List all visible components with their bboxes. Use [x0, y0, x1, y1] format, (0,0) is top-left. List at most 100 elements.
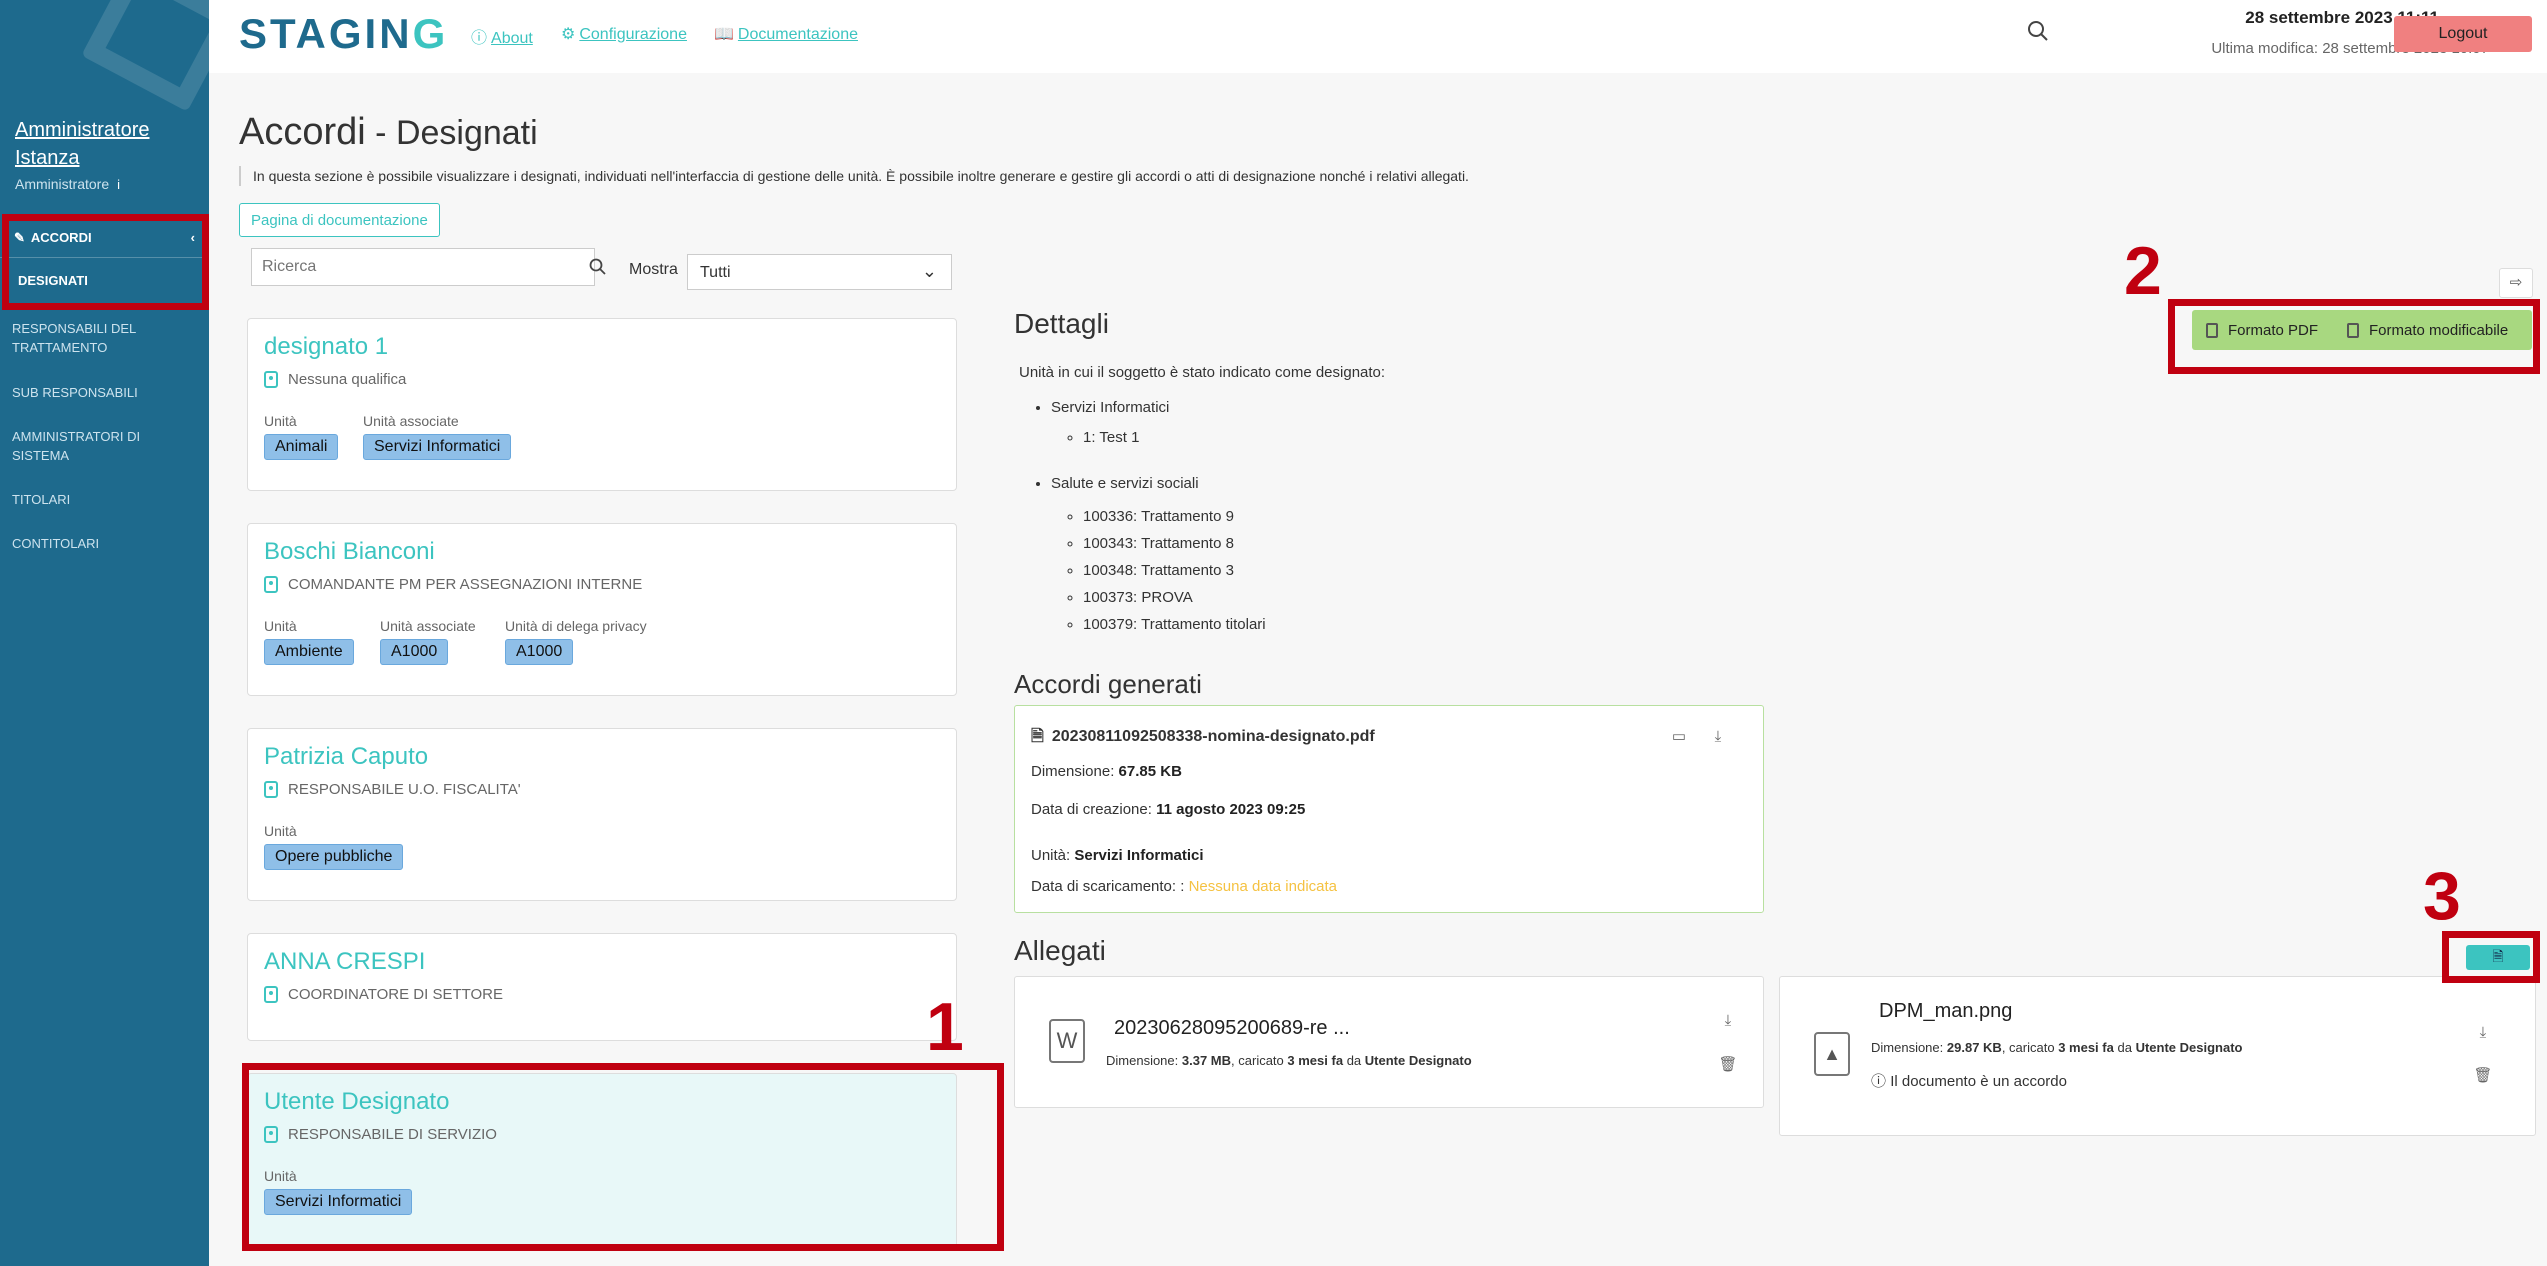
logout-button[interactable]: Logout — [2394, 16, 2532, 52]
pdf-file-icon: 🗎 — [1031, 728, 1044, 745]
nav-amministratori[interactable]: AMMINISTRATORI DI SISTEMA — [12, 427, 197, 465]
meta-dim: 3.37 MB — [1181, 1053, 1232, 1068]
designato-card[interactable]: Patrizia Caputo RESPONSABILE U.O. FISCAL… — [247, 728, 957, 901]
add-attachment-button[interactable]: 🗎 — [2466, 945, 2530, 970]
documentation-button[interactable]: Pagina di documentazione — [239, 203, 440, 237]
meta-dim-label: Dimensione: — [1106, 1053, 1179, 1068]
card-qualifica-text: COORDINATORE DI SETTORE — [288, 986, 504, 1003]
format-pdf-button[interactable]: Formato PDF — [2206, 310, 2318, 350]
annotation-number-2: 2 — [2124, 233, 2162, 309]
designato-card-selected[interactable]: Utente Designato RESPONSABILE DI SERVIZI… — [247, 1073, 957, 1251]
info-icon[interactable]: i — [117, 177, 120, 192]
accordo-dim: Dimensione: 67.85 KB — [1031, 763, 1182, 780]
config-link[interactable]: ⚙ Configurazione — [561, 24, 687, 44]
details-list: Unità in cui il soggetto è stato indicat… — [1019, 363, 1719, 638]
attachment-name[interactable]: DPM_man.png — [1879, 1000, 2012, 1023]
unit-label: Unità: — [1031, 847, 1071, 864]
treatment-item: 100348: Trattamento 3 — [1083, 557, 1719, 584]
unit-tag: Servizi Informatici — [363, 434, 512, 460]
format-bar: Formato PDF Formato modificabile — [2192, 310, 2532, 350]
nav-contitolari[interactable]: CONTITOLARI — [12, 534, 197, 553]
download-icon[interactable]: ⤓ — [2472, 1022, 2494, 1044]
unit-tag: A1000 — [380, 639, 449, 665]
treatment-item: 100343: Trattamento 8 — [1083, 530, 1719, 557]
meta-by-label: da — [2117, 1040, 2132, 1055]
card-qualifica-text: RESPONSABILE DI SERVIZIO — [288, 1126, 497, 1143]
created-label: Data di creazione: — [1031, 801, 1152, 818]
card-qualifica: RESPONSABILE DI SERVIZIO — [264, 1126, 497, 1143]
trash-icon[interactable]: 🗑 — [1717, 1054, 1739, 1076]
user-role-text: Amministratore — [15, 176, 110, 192]
id-badge-icon — [264, 371, 278, 388]
accordo-download-date: Data di scaricamento: : Nessuna data ind… — [1031, 878, 1337, 895]
card-name: Boschi Bianconi — [264, 538, 435, 565]
nav-designati[interactable]: DESIGNATI — [0, 258, 209, 302]
meta-when: 3 mesi fa — [1287, 1053, 1344, 1068]
card-qualifica: Nessuna qualifica — [264, 371, 406, 388]
search-icon[interactable] — [2027, 20, 2049, 42]
dim-label: Dimensione: — [1031, 763, 1115, 780]
card-name: ANNA CRESPI — [264, 948, 426, 975]
format-pdf-label: Formato PDF — [2228, 321, 2319, 339]
file-icon — [2347, 322, 2359, 338]
group-label: Unità — [264, 618, 297, 634]
nav-sub-responsabili[interactable]: SUB RESPONSABILI — [12, 383, 197, 402]
unit-tag: Ambiente — [264, 639, 354, 665]
card-qualifica: RESPONSABILE U.O. FISCALITA' — [264, 781, 521, 798]
accordo-unit: Unità: Servizi Informatici — [1031, 847, 1204, 864]
nav-responsabili[interactable]: RESPONSABILI DEL TRATTAMENTO — [12, 319, 197, 357]
export-icon[interactable]: ⇨ — [2499, 268, 2533, 298]
id-badge-icon — [264, 576, 278, 593]
search-input[interactable] — [251, 248, 595, 286]
archive-icon[interactable]: ▭ — [1668, 726, 1690, 748]
meta-by: Utente Designato — [2135, 1040, 2243, 1055]
download-icon[interactable]: ⤓ — [1717, 1010, 1739, 1032]
card-group: Unità Opere pubbliche — [264, 823, 404, 870]
user-role: Amministratore i — [15, 176, 205, 192]
chevron-left-icon: ‹ — [190, 230, 195, 245]
details-title: Dettagli — [1014, 308, 1109, 339]
card-qualifica-text: COMANDANTE PM PER ASSEGNAZIONI INTERNE — [288, 576, 643, 593]
format-editable-button[interactable]: Formato modificabile — [2347, 310, 2508, 350]
accordo-file[interactable]: 🗎 20230811092508338-nomina-designato.pdf — [1031, 725, 1375, 752]
treatment-item: 100336: Trattamento 9 — [1083, 503, 1719, 530]
card-group: Unità Servizi Informatici — [264, 1168, 413, 1215]
about-link[interactable]: ⓘ About — [471, 24, 533, 48]
nav-accordi: ✎ ACCORDI ‹ DESIGNATI — [0, 218, 209, 308]
search-icon[interactable] — [589, 258, 607, 276]
info-circle-icon: ⓘ — [471, 30, 488, 47]
attachment-card: W 20230628095200689-re ... Dimensione: 3… — [1014, 976, 1764, 1108]
dim-value: 67.85 KB — [1118, 763, 1182, 780]
image-file-icon: ▲ — [1814, 1032, 1850, 1076]
designato-card[interactable]: Boschi Bianconi COMANDANTE PM PER ASSEGN… — [247, 523, 957, 696]
group-label: Unità — [264, 1168, 297, 1184]
trash-icon[interactable]: 🗑 — [2472, 1065, 2494, 1087]
card-group: Unità associate Servizi Informatici — [363, 413, 512, 460]
accordo-filename: 20230811092508338-nomina-designato.pdf — [1051, 728, 1375, 745]
download-icon[interactable]: ⤓ — [1707, 726, 1729, 748]
unit-item: Salute e servizi sociali 100336: Trattam… — [1051, 473, 1719, 638]
sidebar: Amministratore Istanza Amministratore i ✎… — [0, 0, 209, 1266]
meta-uploaded-label: , caricato — [2001, 1040, 2055, 1055]
card-group: Unità associate A1000 — [380, 618, 476, 665]
attachment-name[interactable]: 20230628095200689-re ... — [1114, 1017, 1350, 1040]
attachment-meta: Dimensione: 29.87 KB, caricato 3 mesi fa… — [1871, 1040, 2242, 1055]
main-content: Accordi - Designati In questa sezione è … — [209, 73, 2547, 1266]
word-file-icon: W — [1049, 1019, 1085, 1063]
show-select[interactable]: Tutti ⌄ — [687, 254, 952, 290]
docs-link[interactable]: 📖 Documentazione — [714, 24, 858, 44]
attachment-note: ⓘ Il documento è un accordo — [1871, 1070, 2067, 1091]
show-label: Mostra — [629, 261, 678, 278]
user-name-link[interactable]: Amministratore Istanza — [15, 116, 205, 172]
app-logo[interactable]: STAGING — [239, 10, 448, 58]
designato-card[interactable]: designato 1 Nessuna qualifica Unità Anima… — [247, 318, 957, 491]
download-label: Data di scaricamento: : — [1031, 878, 1185, 895]
nav-titolari[interactable]: TITOLARI — [12, 490, 197, 509]
nav-accordi-header[interactable]: ✎ ACCORDI ‹ — [0, 218, 209, 258]
attachment-card: ▲ DPM_man.png Dimensione: 29.87 KB, cari… — [1779, 976, 2536, 1136]
designato-card[interactable]: ANNA CRESPI COORDINATORE DI SETTORE — [247, 933, 957, 1041]
unit-item: Servizi Informatici 1: Test 1 — [1051, 397, 1719, 449]
card-name: designato 1 — [264, 333, 389, 360]
page-title-separator: - — [365, 114, 396, 152]
meta-dim-label: Dimensione: — [1871, 1040, 1944, 1055]
